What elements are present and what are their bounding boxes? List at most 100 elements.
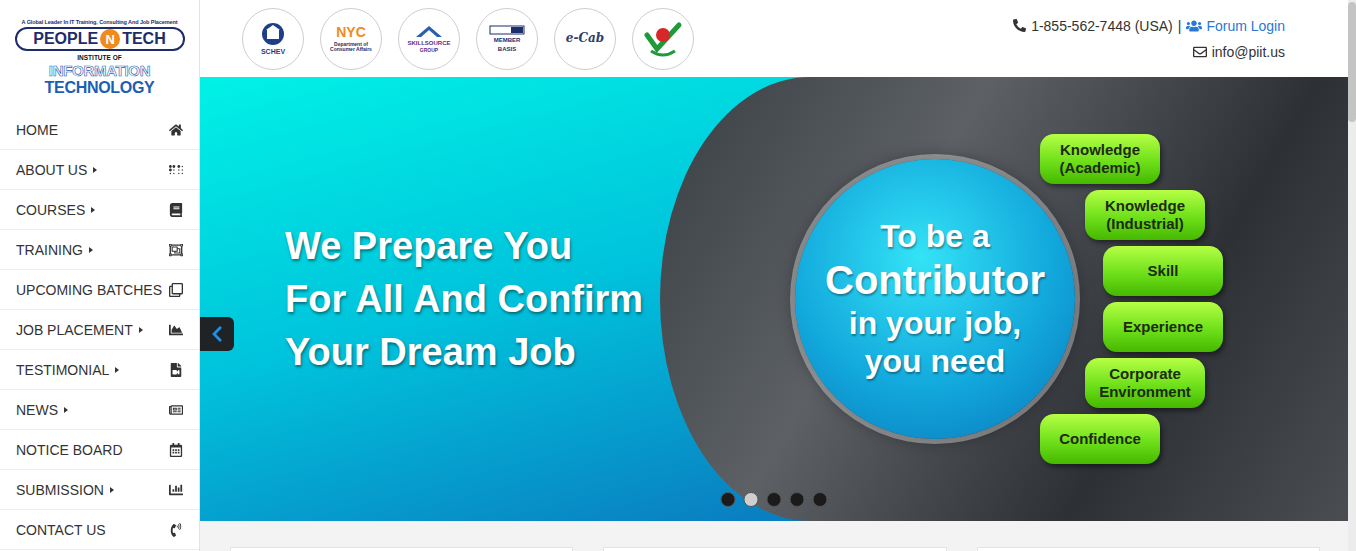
partner-logo-text: NYC [336, 25, 366, 40]
menu-item-icon [167, 283, 185, 297]
forum-login-link[interactable]: Forum Login [1186, 18, 1285, 34]
quality-pill: Skill [1103, 246, 1223, 296]
submenu-caret-icon [89, 247, 93, 253]
partner-logo-text: Department of Consumer Affairs [327, 42, 375, 53]
chevron-left-icon [208, 325, 226, 343]
scrollbar-thumb[interactable] [1348, 2, 1356, 122]
menu-item-icon [167, 243, 185, 257]
sidebar: A Global Leader In IT Training, Consulti… [0, 0, 200, 551]
menu-item-icon [167, 443, 185, 457]
slider-dots [721, 492, 828, 507]
circle-text: To be a [880, 217, 990, 255]
separator: | [1178, 18, 1182, 34]
submenu-caret-icon [139, 327, 143, 333]
page: A Global Leader In IT Training, Consulti… [0, 0, 1356, 551]
quality-pill: Knowledge(Academic) [1040, 134, 1160, 184]
site-logo[interactable]: A Global Leader In IT Training, Consulti… [0, 0, 199, 110]
content-card [977, 547, 1320, 551]
email-address[interactable]: info@piit.us [1212, 44, 1285, 60]
logo-institute: INSTITUTE OF [77, 54, 121, 61]
partner-logos: SCHEV NYC Department of Consumer Affairs SK… [242, 8, 694, 70]
contact-info: 1-855-562-7448 (USA) |Forum Login info@pii… [1013, 18, 1285, 60]
logo-technology: TECHNOLOGY [45, 80, 155, 96]
partner-logo-text: SCHEV [261, 48, 285, 55]
headline-line: For All And Confirm [285, 273, 660, 326]
partner-logo[interactable]: NYC Department of Consumer Affairs [320, 8, 382, 70]
partner-logo-text: SKILLSOURCE [407, 40, 450, 46]
menu-item-icon [167, 203, 185, 217]
menu-item-icon [167, 523, 185, 537]
content-card [230, 547, 573, 551]
circle-text: Contributor [825, 256, 1045, 304]
email-row[interactable]: info@piit.us [1193, 44, 1285, 60]
sidebar-item[interactable]: SUBMISSION [0, 470, 199, 510]
basis-emblem-icon [489, 25, 525, 35]
phone-row: 1-855-562-7448 (USA) |Forum Login [1013, 18, 1285, 34]
brand-mark: N [100, 29, 120, 49]
partner-logo-text: e-Cab [566, 32, 604, 45]
slider-dot[interactable] [744, 492, 759, 507]
partner-logo[interactable]: e-Cab [554, 8, 616, 70]
partner-logo-text: MEMBER [494, 37, 521, 43]
submenu-caret-icon [91, 207, 95, 213]
menu-item-icon [167, 163, 185, 177]
top-bar: SCHEV NYC Department of Consumer Affairs SK… [200, 0, 1348, 77]
quality-pill: Knowledge(Industrial) [1085, 190, 1205, 240]
partner-logo[interactable]: SCHEV [242, 8, 304, 70]
bs-emblem-icon [641, 17, 685, 61]
sidebar-item[interactable]: CONTACT US [0, 510, 199, 550]
contributor-circle: To be aContributorin your job,you need [795, 159, 1075, 439]
content-strip [200, 521, 1348, 551]
scrollbar[interactable] [1348, 0, 1356, 551]
circle-text: you need [865, 342, 1005, 380]
submenu-caret-icon [93, 167, 97, 173]
sidebar-item[interactable]: JOB PLACEMENT [0, 310, 199, 350]
content-card [603, 547, 946, 551]
schev-emblem-icon [258, 22, 288, 46]
logo-tagline: A Global Leader In IT Training, Consulti… [22, 19, 178, 25]
submenu-caret-icon [115, 367, 119, 373]
slider-dot[interactable] [721, 492, 736, 507]
slider-dot[interactable] [790, 492, 805, 507]
hero-slider: We Prepare YouFor All And ConfirmYour Dr… [200, 77, 1348, 521]
sidebar-item[interactable]: TRAINING [0, 230, 199, 270]
quality-pills: Knowledge(Academic) Knowledge(Industrial)… [1040, 134, 1223, 464]
hero-headline: We Prepare YouFor All And ConfirmYour Dr… [200, 77, 660, 521]
headline-line: We Prepare You [285, 220, 660, 273]
sidebar-item[interactable]: TESTIMONIAL [0, 350, 199, 390]
partner-logo-text: GROUP [420, 48, 438, 53]
phone-number[interactable]: 1-855-562-7448 (USA) [1031, 18, 1173, 34]
submenu-caret-icon [64, 407, 68, 413]
menu-item-icon [167, 403, 185, 417]
prev-slide-button[interactable] [200, 317, 234, 351]
circle-text: in your job, [849, 304, 1021, 342]
sidebar-item[interactable]: NEWS [0, 390, 199, 430]
menu-item-icon [167, 483, 185, 497]
menu-item-icon [167, 323, 185, 337]
brand-name: PEOPLENTECH [15, 27, 185, 51]
quality-pill: CorporateEnvironment [1085, 358, 1205, 408]
envelope-icon [1193, 45, 1207, 59]
main: SCHEV NYC Department of Consumer Affairs SK… [200, 0, 1348, 551]
sidebar-item[interactable]: HOME [0, 110, 199, 150]
headline-line: Your Dream Job [285, 326, 660, 379]
slider-dot[interactable] [813, 492, 828, 507]
sidebar-item[interactable]: UPCOMING BATCHES [0, 270, 199, 310]
phone-icon [1013, 19, 1026, 32]
sidebar-item[interactable]: COURSES [0, 190, 199, 230]
submenu-caret-icon [110, 487, 114, 493]
hero-photo: To be aContributorin your job,you needKn… [660, 77, 1348, 521]
quality-pill: Confidence [1040, 414, 1160, 464]
partner-logo[interactable]: MEMBER BASIS [476, 8, 538, 70]
partner-logo[interactable] [632, 8, 694, 70]
menu-item-icon [167, 123, 185, 137]
roof-emblem-icon [414, 24, 444, 38]
logo-information: INFORMATION [49, 63, 150, 78]
partner-logo-text: BASIS [498, 46, 516, 52]
menu-item-icon [167, 363, 185, 377]
slider-dot[interactable] [767, 492, 782, 507]
sidebar-item[interactable]: NOTICE BOARD [0, 430, 199, 470]
sidebar-item[interactable]: ABOUT US [0, 150, 199, 190]
users-icon [1186, 18, 1202, 34]
partner-logo[interactable]: SKILLSOURCE GROUP [398, 8, 460, 70]
